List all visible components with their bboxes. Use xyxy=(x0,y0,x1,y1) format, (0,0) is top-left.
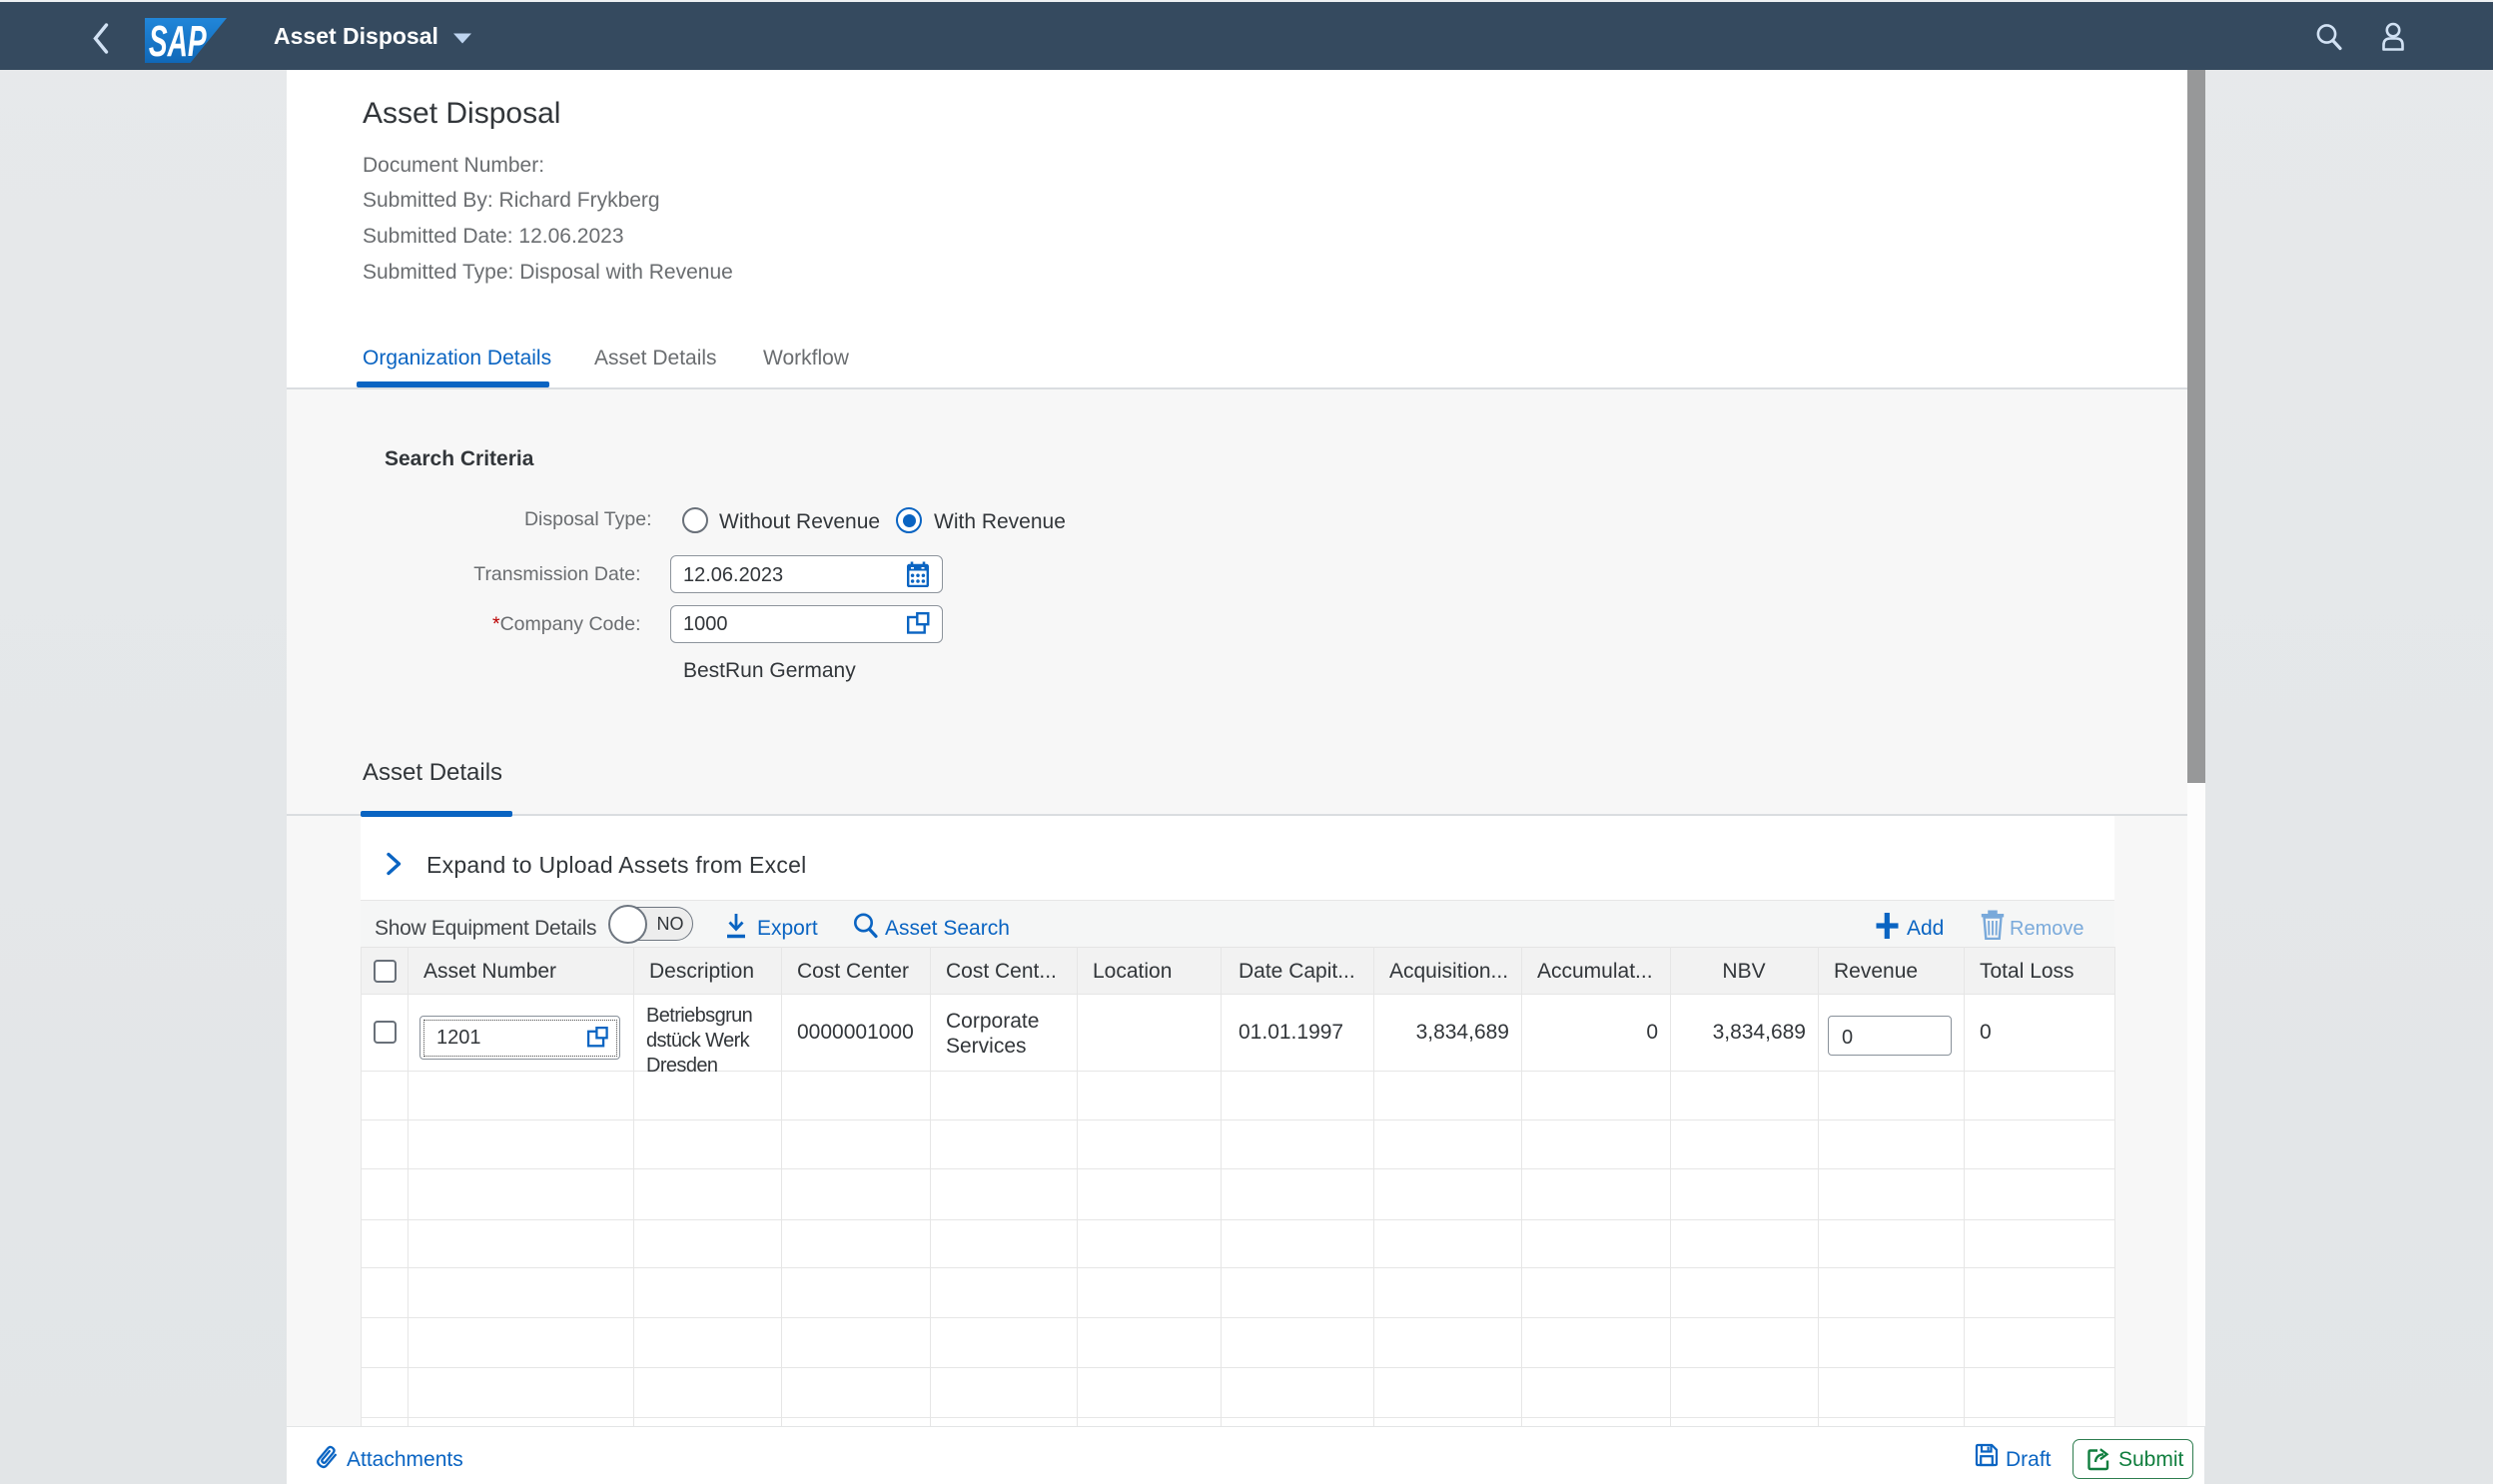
svg-text:SAP: SAP xyxy=(149,18,207,63)
